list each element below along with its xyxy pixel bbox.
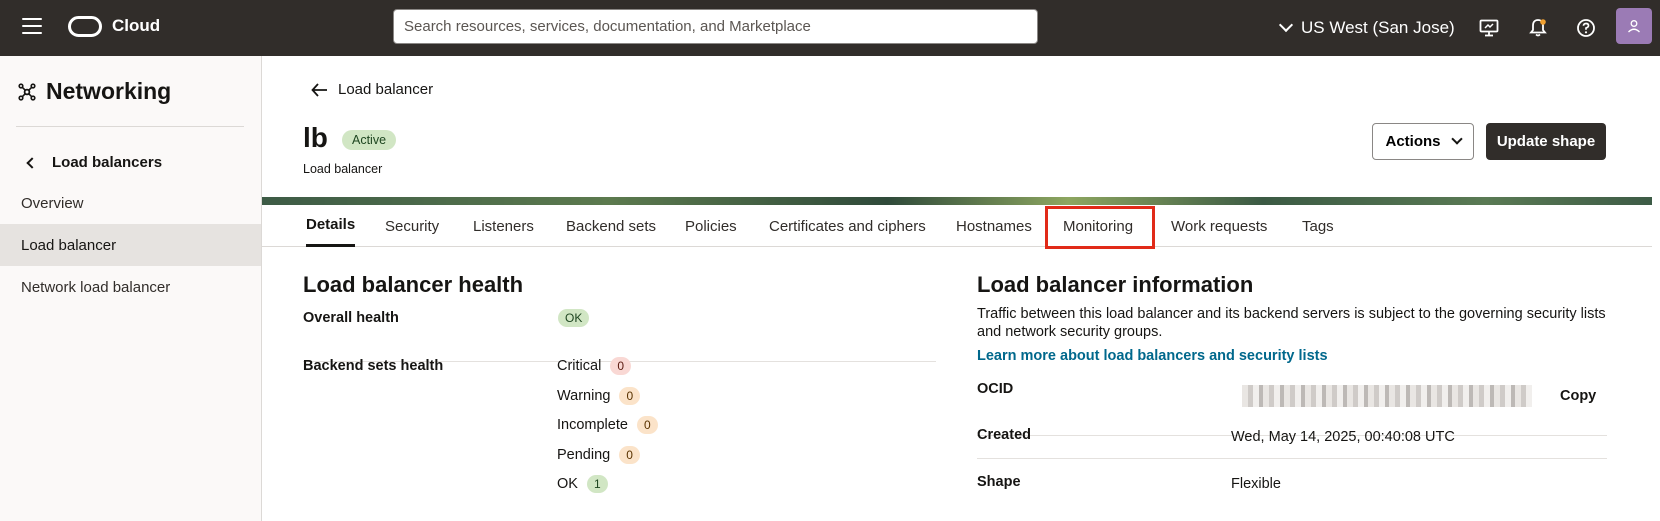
info-section-title: Load balancer information: [977, 272, 1254, 297]
health-row-label: Pending: [557, 447, 611, 463]
chevron-left-icon: [26, 156, 38, 169]
actions-button[interactable]: Actions: [1372, 123, 1474, 160]
shape-label: Shape: [977, 474, 1021, 490]
sidebar-divider: [16, 126, 244, 127]
health-row-warning: Warning 0: [557, 387, 641, 405]
networking-icon: [18, 82, 36, 101]
tab-policies[interactable]: Policies: [685, 205, 737, 247]
backend-sets-health-label: Backend sets health: [303, 358, 443, 374]
chevron-down-icon: [1278, 17, 1294, 33]
brand-label[interactable]: Cloud: [112, 16, 160, 36]
page-title: lb: [303, 122, 328, 153]
tab-tags[interactable]: Tags: [1302, 205, 1334, 247]
user-avatar[interactable]: [1616, 8, 1652, 44]
page-subtitle: Load balancer: [303, 162, 383, 176]
search-bar[interactable]: [393, 9, 1038, 44]
main-content: Load balancer lb Active Load balancer Ac…: [262, 56, 1660, 521]
health-row-ok: OK 1: [557, 475, 608, 493]
top-bar: Cloud US West (San Jose): [0, 0, 1660, 56]
menu-icon[interactable]: [22, 18, 42, 34]
info-divider: [977, 458, 1607, 459]
overall-health-badge: OK: [558, 309, 590, 327]
pending-count-badge: 0: [619, 446, 640, 464]
sidebar: Networking Load balancers Overview Load …: [0, 56, 262, 521]
tab-hostnames[interactable]: Hostnames: [956, 205, 1032, 247]
sidebar-item-label: Load balancer: [21, 236, 117, 254]
backend-sets-health-text: Backend sets health: [303, 358, 444, 374]
status-badge: Active: [342, 130, 397, 150]
sidebar-item-overview[interactable]: Overview: [0, 182, 261, 224]
warning-count-badge: 0: [619, 387, 641, 405]
tab-work-requests[interactable]: Work requests: [1171, 205, 1267, 247]
sidebar-title: Networking: [18, 78, 171, 105]
breadcrumb-label: Load balancer: [338, 81, 434, 98]
search-input[interactable]: [394, 10, 1037, 43]
ocid-label: OCID: [977, 381, 1014, 397]
created-label: Created: [977, 427, 1031, 443]
region-selector[interactable]: US West (San Jose): [1278, 16, 1455, 40]
learn-more-link[interactable]: Learn more about load balancers and secu…: [977, 348, 1328, 364]
overall-health-value: OK: [558, 309, 590, 327]
back-label: Load balancers: [52, 154, 163, 171]
region-label: US West (San Jose): [1301, 18, 1455, 37]
tab-security[interactable]: Security: [385, 205, 439, 247]
chevron-down-icon: [1450, 133, 1463, 145]
oracle-logo-icon[interactable]: [68, 16, 102, 37]
update-shape-button[interactable]: Update shape: [1486, 123, 1606, 160]
user-icon: [1628, 20, 1640, 33]
tab-bar: Details Security Listeners Backend sets …: [262, 205, 1652, 247]
back-to-load-balancers[interactable]: Load balancers: [26, 154, 163, 171]
monitor-icon[interactable]: [1477, 16, 1501, 40]
tab-backend-sets[interactable]: Backend sets: [566, 205, 656, 247]
decorative-banner: [262, 197, 1652, 205]
sidebar-item-label: Network load balancer: [21, 278, 171, 296]
ocid-value-redacted: [1242, 385, 1532, 407]
health-section-title: Load balancer health: [303, 272, 524, 297]
tab-details[interactable]: Details: [306, 205, 356, 247]
shape-value: Flexible: [1231, 476, 1281, 492]
sidebar-title-label: Networking: [46, 78, 172, 104]
health-row-label: Warning: [557, 388, 611, 404]
overall-health-label: Overall health: [303, 310, 399, 326]
copy-ocid-button[interactable]: Copy: [1560, 388, 1596, 404]
bell-icon[interactable]: [1526, 16, 1550, 40]
health-row-label: Incomplete: [557, 417, 628, 433]
critical-count-badge: 0: [610, 357, 631, 375]
tab-certificates-and-ciphers[interactable]: Certificates and ciphers: [769, 205, 926, 247]
incomplete-count-badge: 0: [636, 416, 658, 434]
arrow-left-icon: [311, 82, 327, 97]
health-row-critical: Critical 0: [557, 357, 631, 375]
help-icon[interactable]: [1574, 16, 1598, 40]
health-row-pending: Pending 0: [557, 446, 640, 464]
sidebar-item-load-balancer[interactable]: Load balancer: [0, 224, 261, 266]
sidebar-item-label: Overview: [21, 194, 84, 212]
tab-monitoring[interactable]: Monitoring: [1063, 205, 1133, 247]
actions-label: Actions: [1385, 133, 1441, 150]
tab-listeners[interactable]: Listeners: [473, 205, 534, 247]
health-row-label: OK: [557, 476, 578, 492]
ok-count-badge: 1: [586, 475, 608, 493]
health-row-incomplete: Incomplete 0: [557, 416, 658, 434]
health-row-label: Critical: [557, 358, 602, 374]
breadcrumb[interactable]: Load balancer: [311, 81, 433, 98]
created-value: Wed, May 14, 2025, 00:40:08 UTC: [1231, 429, 1455, 445]
sidebar-item-network-load-balancer[interactable]: Network load balancer: [0, 266, 261, 308]
info-description: Traffic between this load balancer and i…: [977, 306, 1606, 340]
